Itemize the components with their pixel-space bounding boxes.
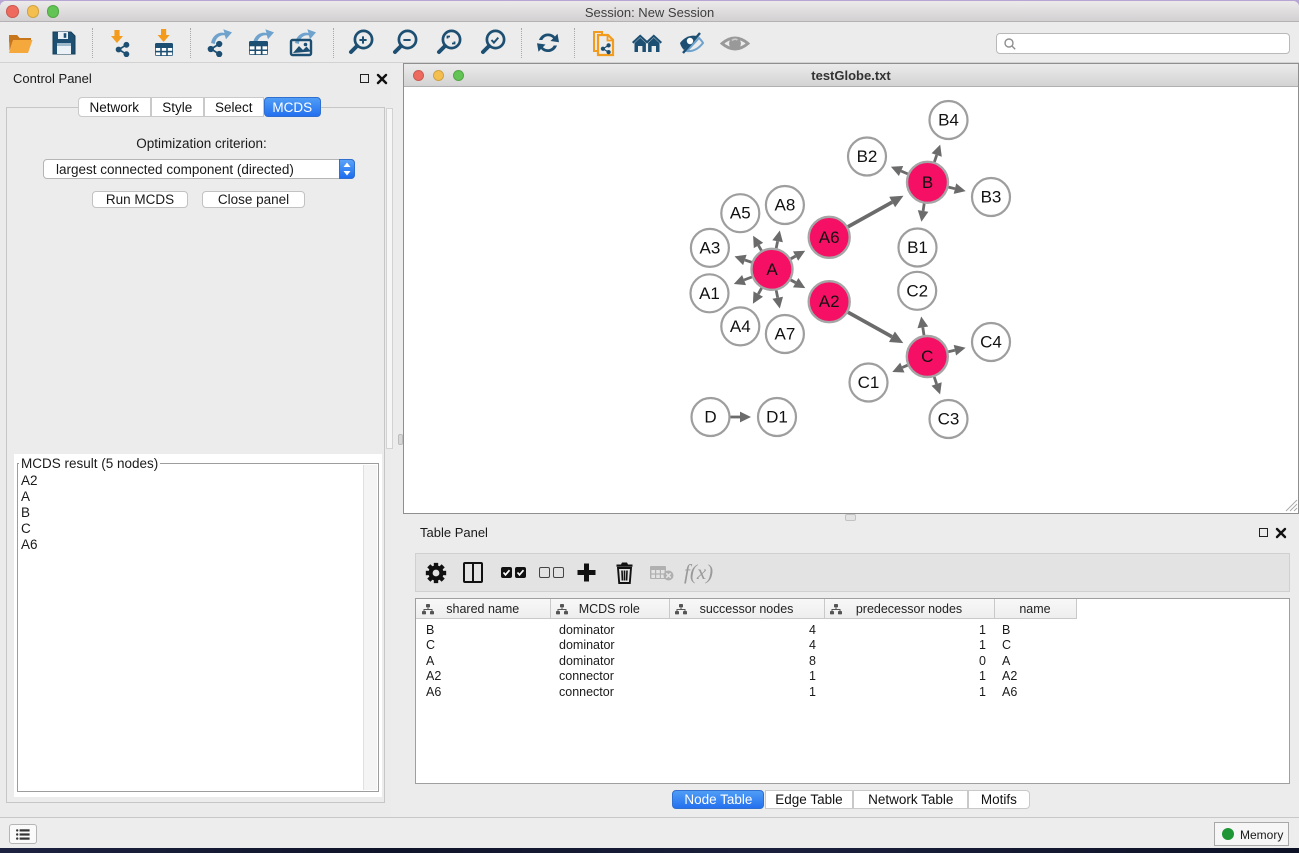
svg-text:C: C	[921, 347, 933, 366]
svg-text:B3: B3	[981, 188, 1002, 207]
svg-text:C3: C3	[938, 410, 960, 429]
svg-text:A4: A4	[730, 317, 751, 336]
svg-text:A8: A8	[775, 196, 796, 215]
svg-text:B: B	[922, 173, 933, 192]
svg-text:D: D	[704, 408, 716, 427]
svg-text:B2: B2	[857, 147, 878, 166]
svg-text:A2: A2	[819, 292, 840, 311]
svg-text:A1: A1	[699, 284, 720, 303]
svg-text:B4: B4	[938, 111, 959, 130]
svg-text:C2: C2	[906, 281, 928, 300]
svg-text:C1: C1	[858, 373, 880, 392]
svg-text:D1: D1	[766, 408, 788, 427]
svg-text:A5: A5	[730, 204, 751, 223]
svg-text:A7: A7	[775, 325, 796, 344]
svg-text:C4: C4	[980, 333, 1002, 352]
svg-text:A3: A3	[700, 238, 721, 257]
svg-text:A6: A6	[819, 228, 840, 247]
svg-text:B1: B1	[907, 238, 928, 257]
svg-text:A: A	[766, 260, 778, 279]
